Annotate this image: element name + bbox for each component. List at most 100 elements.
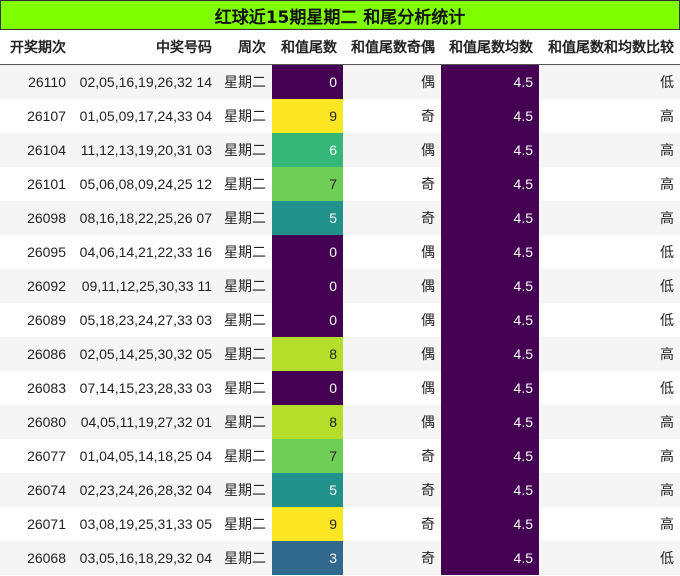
cell-issue: 26095 <box>0 235 72 269</box>
cell-issue: 26086 <box>0 337 72 371</box>
col-header-issue: 开奖期次 <box>0 30 72 65</box>
cell-weekday: 星期二 <box>218 371 272 405</box>
cell-numbers: 04,06,14,21,22,33 16 <box>72 235 218 269</box>
table-row: 26104 11,12,13,19,20,31 03 星期二 6 偶 4.5 高 <box>0 133 680 167</box>
cell-tail: 5 <box>272 201 343 235</box>
table-row: 26110 02,05,16,19,26,32 14 星期二 0 偶 4.5 低 <box>0 64 680 99</box>
cell-parity: 偶 <box>343 303 441 337</box>
col-header-compare: 和值尾数和均数比较 <box>539 30 680 65</box>
cell-avg: 4.5 <box>441 99 539 133</box>
cell-issue: 26074 <box>0 473 72 507</box>
cell-compare: 低 <box>539 64 680 99</box>
cell-tail: 9 <box>272 507 343 541</box>
cell-compare: 高 <box>539 99 680 133</box>
table-row: 26071 03,08,19,25,31,33 05 星期二 9 奇 4.5 高 <box>0 507 680 541</box>
cell-parity: 奇 <box>343 439 441 473</box>
cell-tail: 8 <box>272 405 343 439</box>
cell-parity: 偶 <box>343 64 441 99</box>
cell-compare: 高 <box>539 507 680 541</box>
col-header-parity: 和值尾数奇偶 <box>343 30 441 65</box>
cell-numbers: 02,23,24,26,28,32 04 <box>72 473 218 507</box>
cell-avg: 4.5 <box>441 303 539 337</box>
cell-parity: 奇 <box>343 99 441 133</box>
cell-avg: 4.5 <box>441 201 539 235</box>
cell-compare: 低 <box>539 371 680 405</box>
table-row: 26077 01,04,05,14,18,25 04 星期二 7 奇 4.5 高 <box>0 439 680 473</box>
cell-avg: 4.5 <box>441 541 539 575</box>
cell-compare: 低 <box>539 541 680 575</box>
cell-issue: 26077 <box>0 439 72 473</box>
cell-numbers: 05,06,08,09,24,25 12 <box>72 167 218 201</box>
cell-parity: 奇 <box>343 473 441 507</box>
table-row: 26092 09,11,12,25,30,33 11 星期二 0 偶 4.5 低 <box>0 269 680 303</box>
cell-numbers: 11,12,13,19,20,31 03 <box>72 133 218 167</box>
cell-tail: 9 <box>272 99 343 133</box>
cell-tail: 5 <box>272 473 343 507</box>
cell-compare: 高 <box>539 167 680 201</box>
cell-issue: 26092 <box>0 269 72 303</box>
cell-issue: 26110 <box>0 64 72 99</box>
cell-issue: 26071 <box>0 507 72 541</box>
cell-numbers: 05,18,23,24,27,33 03 <box>72 303 218 337</box>
cell-tail: 7 <box>272 439 343 473</box>
cell-tail: 6 <box>272 133 343 167</box>
cell-weekday: 星期二 <box>218 303 272 337</box>
cell-avg: 4.5 <box>441 371 539 405</box>
table-row: 26095 04,06,14,21,22,33 16 星期二 0 偶 4.5 低 <box>0 235 680 269</box>
cell-numbers: 03,05,16,18,29,32 04 <box>72 541 218 575</box>
cell-issue: 26080 <box>0 405 72 439</box>
col-header-numbers: 中奖号码 <box>72 30 218 65</box>
table-row: 26080 04,05,11,19,27,32 01 星期二 8 偶 4.5 高 <box>0 405 680 439</box>
page-title: 红球近15期星期二 和尾分析统计 <box>0 0 680 30</box>
col-header-tail: 和值尾数 <box>272 30 343 65</box>
cell-issue: 26098 <box>0 201 72 235</box>
table-row: 26098 08,16,18,22,25,26 07 星期二 5 奇 4.5 高 <box>0 201 680 235</box>
cell-weekday: 星期二 <box>218 235 272 269</box>
cell-numbers: 07,14,15,23,28,33 03 <box>72 371 218 405</box>
table-row: 26089 05,18,23,24,27,33 03 星期二 0 偶 4.5 低 <box>0 303 680 337</box>
cell-numbers: 04,05,11,19,27,32 01 <box>72 405 218 439</box>
cell-parity: 偶 <box>343 337 441 371</box>
cell-avg: 4.5 <box>441 473 539 507</box>
table-row: 26086 02,05,14,25,30,32 05 星期二 8 偶 4.5 高 <box>0 337 680 371</box>
cell-weekday: 星期二 <box>218 337 272 371</box>
cell-parity: 偶 <box>343 133 441 167</box>
cell-parity: 偶 <box>343 235 441 269</box>
cell-weekday: 星期二 <box>218 541 272 575</box>
table-row: 26101 05,06,08,09,24,25 12 星期二 7 奇 4.5 高 <box>0 167 680 201</box>
cell-numbers: 09,11,12,25,30,33 11 <box>72 269 218 303</box>
cell-weekday: 星期二 <box>218 473 272 507</box>
col-header-avg: 和值尾数均数 <box>441 30 539 65</box>
cell-issue: 26107 <box>0 99 72 133</box>
cell-compare: 高 <box>539 337 680 371</box>
cell-issue: 26104 <box>0 133 72 167</box>
table-row: 26107 01,05,09,17,24,33 04 星期二 9 奇 4.5 高 <box>0 99 680 133</box>
cell-compare: 低 <box>539 269 680 303</box>
table-row: 26074 02,23,24,26,28,32 04 星期二 5 奇 4.5 高 <box>0 473 680 507</box>
cell-weekday: 星期二 <box>218 269 272 303</box>
cell-parity: 偶 <box>343 371 441 405</box>
cell-compare: 低 <box>539 303 680 337</box>
cell-weekday: 星期二 <box>218 507 272 541</box>
cell-issue: 26089 <box>0 303 72 337</box>
cell-tail: 8 <box>272 337 343 371</box>
cell-compare: 高 <box>539 133 680 167</box>
cell-parity: 奇 <box>343 507 441 541</box>
cell-avg: 4.5 <box>441 133 539 167</box>
cell-avg: 4.5 <box>441 507 539 541</box>
col-header-weekday: 周次 <box>218 30 272 65</box>
cell-parity: 偶 <box>343 269 441 303</box>
cell-weekday: 星期二 <box>218 439 272 473</box>
stats-table: 开奖期次 中奖号码 周次 和值尾数 和值尾数奇偶 和值尾数均数 和值尾数和均数比… <box>0 30 680 575</box>
cell-avg: 4.5 <box>441 167 539 201</box>
cell-tail: 7 <box>272 167 343 201</box>
cell-tail: 0 <box>272 303 343 337</box>
cell-avg: 4.5 <box>441 337 539 371</box>
cell-compare: 高 <box>539 405 680 439</box>
cell-weekday: 星期二 <box>218 133 272 167</box>
cell-avg: 4.5 <box>441 64 539 99</box>
cell-parity: 奇 <box>343 541 441 575</box>
cell-issue: 26068 <box>0 541 72 575</box>
cell-weekday: 星期二 <box>218 167 272 201</box>
cell-parity: 奇 <box>343 167 441 201</box>
